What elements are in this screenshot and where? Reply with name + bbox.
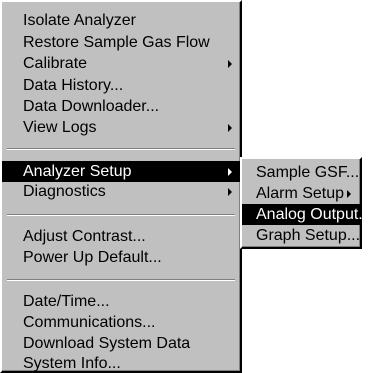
menu-separator bbox=[7, 279, 235, 281]
menu-item-label: Analog Output... bbox=[256, 206, 372, 223]
menu-item-data-downloader[interactable]: Data Downloader... bbox=[2, 96, 240, 117]
menu-item-label: Sample GSF... bbox=[256, 164, 360, 181]
menu-item-communications[interactable]: Communications... bbox=[2, 312, 240, 333]
menu-item-label: Adjust Contrast... bbox=[23, 228, 146, 245]
menu-item-view-logs[interactable]: View Logs bbox=[2, 117, 240, 138]
menu-item-label: View Logs bbox=[23, 119, 97, 136]
submenu-arrow-icon bbox=[228, 188, 232, 196]
submenu-item-alarm-setup[interactable]: Alarm Setup bbox=[242, 183, 360, 204]
menu-item-label: Analyzer Setup bbox=[23, 163, 132, 180]
menu-separator bbox=[7, 148, 235, 150]
submenu-arrow-icon bbox=[228, 124, 232, 132]
submenu-item-graph-setup[interactable]: Graph Setup... bbox=[242, 225, 360, 246]
menu-item-label: Data Downloader... bbox=[23, 98, 160, 115]
menu-item-power-up-default[interactable]: Power Up Default... bbox=[2, 247, 240, 268]
menu-item-label: Restore Sample Gas Flow bbox=[23, 34, 210, 51]
menu-item-label: Date/Time... bbox=[23, 293, 110, 310]
analyzer-setup-submenu: Sample GSF... Alarm Setup Analog Output.… bbox=[240, 157, 372, 249]
menu-item-label: Isolate Analyzer bbox=[23, 12, 136, 29]
menu-item-date-time[interactable]: Date/Time... bbox=[2, 291, 240, 312]
menu-item-label: Communications... bbox=[23, 314, 156, 331]
menu-item-diagnostics[interactable]: Diagnostics bbox=[2, 181, 240, 202]
menu-item-label: Calibrate bbox=[23, 55, 88, 72]
menu-item-label: Graph Setup... bbox=[256, 227, 361, 244]
menu-item-calibrate[interactable]: Calibrate bbox=[2, 53, 240, 74]
main-menu: Isolate Analyzer Restore Sample Gas Flow… bbox=[0, 0, 242, 373]
menu-item-adjust-contrast[interactable]: Adjust Contrast... bbox=[2, 226, 240, 247]
menu-item-data-history[interactable]: Data History... bbox=[2, 75, 240, 96]
menu-item-system-info[interactable]: System Info... bbox=[2, 353, 240, 373]
menu-item-label: System Info... bbox=[23, 355, 121, 372]
submenu-item-sample-gsf[interactable]: Sample GSF... bbox=[242, 162, 360, 183]
menu-item-analyzer-setup[interactable]: Analyzer Setup bbox=[2, 161, 240, 182]
menu-item-restore-sample-gas-flow[interactable]: Restore Sample Gas Flow bbox=[2, 32, 240, 53]
submenu-arrow-icon bbox=[347, 190, 351, 198]
menu-item-label: Alarm Setup bbox=[256, 185, 345, 202]
menu-item-label: Diagnostics bbox=[23, 183, 106, 200]
menu-item-label: Download System Data bbox=[23, 335, 191, 352]
menu-item-label: Data History... bbox=[23, 77, 124, 94]
submenu-item-analog-output[interactable]: Analog Output... bbox=[242, 204, 372, 225]
menu-item-download-system-data[interactable]: Download System Data bbox=[2, 333, 240, 354]
submenu-arrow-icon bbox=[228, 168, 232, 176]
menu-separator bbox=[7, 214, 235, 216]
menu-item-label: Power Up Default... bbox=[23, 249, 162, 266]
submenu-arrow-icon bbox=[228, 60, 232, 68]
menu-item-isolate-analyzer[interactable]: Isolate Analyzer bbox=[2, 10, 240, 31]
